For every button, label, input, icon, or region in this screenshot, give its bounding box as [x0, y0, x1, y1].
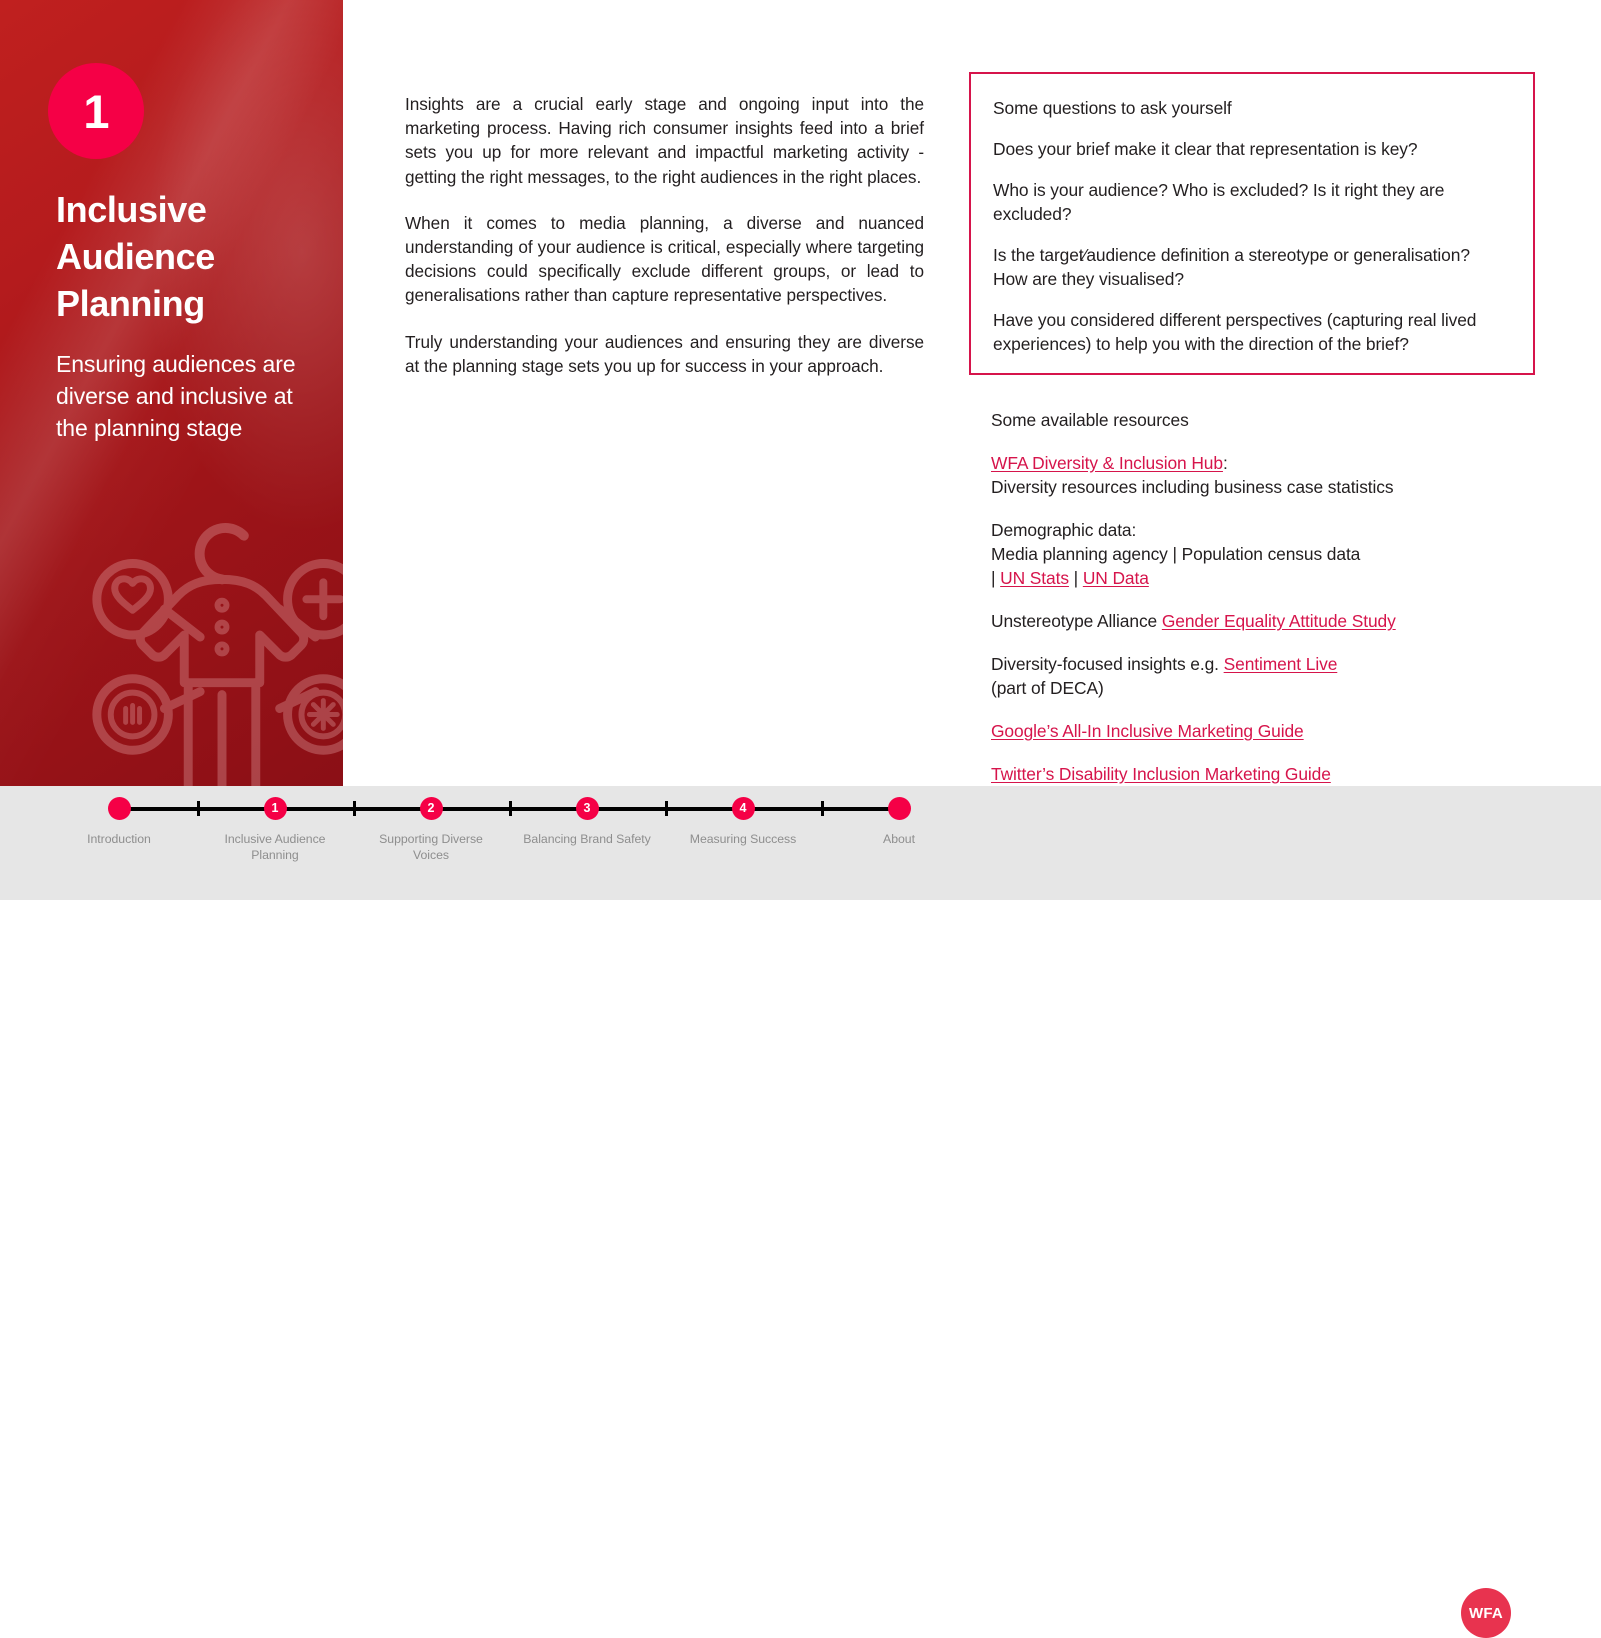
- demographic-sources: Media planning agency | Population censu…: [991, 544, 1361, 564]
- timeline-dot: 4: [731, 797, 755, 820]
- body-paragraph: When it comes to media planning, a diver…: [405, 212, 924, 306]
- section-timeline-nav: Introduction 1 Inclusive Audience Planni…: [0, 786, 1601, 900]
- link-un-stats[interactable]: UN Stats: [1000, 568, 1069, 588]
- left-red-panel: 1 Inclusive Audience Planning Ensuring a…: [0, 0, 343, 786]
- questions-callout-box: Some questions to ask yourself Does your…: [969, 72, 1535, 375]
- timeline-tick: [509, 801, 512, 816]
- pipe-prefix: |: [991, 568, 1001, 588]
- sentiment-note: (part of DECA): [991, 678, 1104, 698]
- timeline-label: Balancing Brand Safety: [523, 832, 651, 846]
- question-item: Does your brief make it clear that repre…: [993, 139, 1418, 159]
- timeline-node-introduction[interactable]: Introduction: [54, 797, 184, 847]
- question-item: Have you considered different perspectiv…: [993, 310, 1477, 354]
- timeline-node-supporting-diverse-voices[interactable]: 2 Supporting Diverse Voices: [366, 797, 496, 863]
- body-paragraph: Insights are a crucial early stage and o…: [405, 94, 924, 187]
- body-text-column: Insights are a crucial early stage and o…: [405, 92, 924, 378]
- pipe-separator: |: [1068, 568, 1083, 588]
- timeline-node-balancing-brand-safety[interactable]: 3 Balancing Brand Safety: [522, 797, 652, 847]
- timeline-label: Measuring Success: [689, 832, 797, 846]
- question-item: Who is your audience? Who is excluded? I…: [993, 180, 1445, 224]
- resources-section: Some available resources WFA Diversity &…: [991, 408, 1546, 805]
- sentiment-prefix: Diversity-focused insights e.g.: [991, 654, 1224, 674]
- resource-item-wfa-hub: WFA Diversity & Inclusion Hub: Diversity …: [991, 451, 1546, 499]
- timeline-label: Supporting Diverse Voices: [379, 832, 483, 862]
- questions-box-content: Some questions to ask yourself Does your…: [971, 74, 1533, 356]
- timeline-node-measuring-success[interactable]: 4 Measuring Success: [678, 797, 808, 847]
- link-wfa-diversity-inclusion-hub[interactable]: WFA Diversity & Inclusion Hub: [991, 453, 1223, 473]
- question-item: Is the target⁄audience definition a ster…: [993, 245, 1470, 289]
- timeline-tick: [665, 801, 668, 816]
- link-gender-equality-attitude-study[interactable]: Gender Equality Attitude Study: [1162, 611, 1396, 631]
- link-google-all-in-inclusive-marketing-guide[interactable]: Google’s All-In Inclusive Marketing Guid…: [991, 721, 1304, 741]
- questions-heading: Some questions to ask yourself: [993, 98, 1232, 118]
- resource-item-sentiment-live: Diversity-focused insights e.g. Sentimen…: [991, 652, 1546, 700]
- demographic-heading: Demographic data:: [991, 520, 1137, 540]
- timeline-node-about[interactable]: About: [834, 797, 964, 847]
- body-paragraph: Truly understanding your audiences and e…: [405, 331, 924, 376]
- resource-item-google-guide: Google’s All-In Inclusive Marketing Guid…: [991, 719, 1546, 743]
- resource-item-demographic-data: Demographic data: Media planning agency |…: [991, 518, 1546, 590]
- link-twitter-disability-inclusion-marketing-guide[interactable]: Twitter’s Disability Inclusion Marketing…: [991, 764, 1331, 784]
- timeline-tick: [821, 801, 824, 816]
- resource-colon: :: [1222, 453, 1228, 473]
- resources-heading: Some available resources: [991, 410, 1189, 430]
- timeline-label: Inclusive Audience Planning: [224, 832, 326, 862]
- timeline-label: Introduction: [87, 832, 151, 846]
- wfa-logo[interactable]: WFA: [1461, 1588, 1511, 1638]
- resource-description: Diversity resources including business c…: [991, 477, 1394, 497]
- page-subtitle: Ensuring audiences are diverse and inclu…: [56, 351, 296, 441]
- timeline-tick: [197, 801, 200, 816]
- timeline-dot: [107, 797, 131, 820]
- resource-item-twitter-guide: Twitter’s Disability Inclusion Marketing…: [991, 762, 1546, 786]
- footer-bar: Introduction 1 Inclusive Audience Planni…: [0, 786, 1601, 1638]
- timeline-dot: [887, 797, 911, 820]
- timeline-label: About: [883, 832, 915, 846]
- link-sentiment-live[interactable]: Sentiment Live: [1224, 654, 1338, 674]
- timeline-node-inclusive-audience-planning[interactable]: 1 Inclusive Audience Planning: [210, 797, 340, 863]
- timeline-dot: 1: [263, 797, 287, 820]
- step-number-badge: 1: [48, 63, 144, 159]
- link-un-data[interactable]: UN Data: [1083, 568, 1149, 588]
- unstereotype-prefix: Unstereotype Alliance: [991, 611, 1162, 631]
- timeline-dot: 2: [419, 797, 443, 820]
- resource-item-unstereotype: Unstereotype Alliance Gender Equality At…: [991, 609, 1546, 633]
- timeline-tick: [353, 801, 356, 816]
- inclusive-person-icons-illustration: [92, 523, 343, 786]
- slide-root: 1 Inclusive Audience Planning Ensuring a…: [0, 0, 1601, 1638]
- page-title: Inclusive Audience Planning: [56, 189, 215, 324]
- timeline-dot: 3: [575, 797, 599, 820]
